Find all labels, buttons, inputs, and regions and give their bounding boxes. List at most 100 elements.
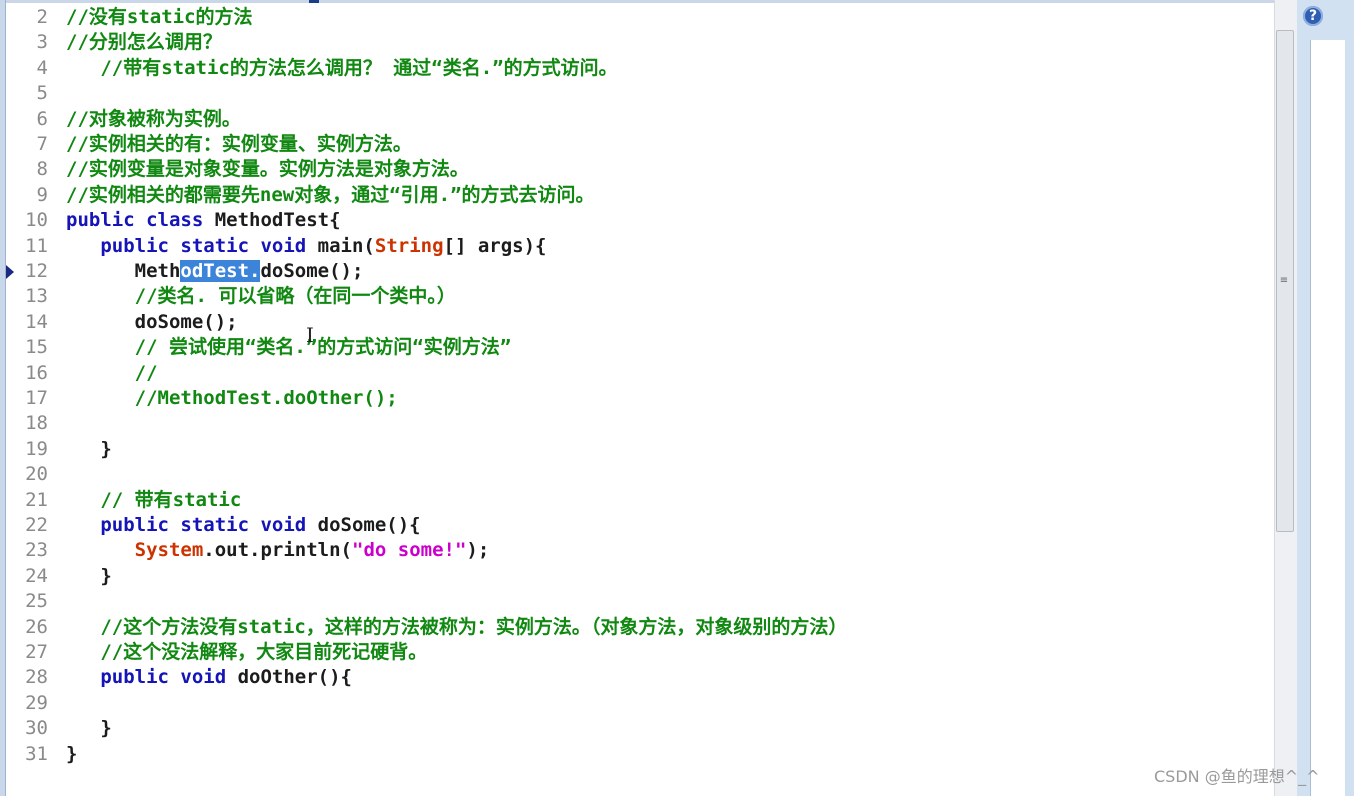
code-token: //没有static的方法 [66, 6, 253, 28]
code-text: //对象被称为实例。 [66, 107, 241, 132]
line-number: 14 [25, 310, 48, 333]
code-token: } [66, 717, 112, 740]
code-line[interactable]: 20 [6, 462, 1274, 487]
selected-text: odTest. [180, 260, 261, 282]
line-number: 31 [25, 742, 48, 765]
code-text: //带有static的方法怎么调用？ 通过“类名.”的方式访问。 [66, 56, 618, 81]
code-line[interactable]: 24 } [6, 564, 1274, 589]
code-token: doSome(); [66, 310, 238, 333]
line-number: 30 [25, 717, 48, 740]
code-line[interactable]: 7 //实例相关的有：实例变量、实例方法。 [6, 132, 1274, 157]
code-token: //这个方法没有static，这样的方法被称为：实例方法。（对象方法，对象级别的… [66, 615, 848, 638]
code-text: //实例相关的有：实例变量、实例方法。 [66, 132, 412, 157]
code-token: doOther(){ [237, 666, 352, 689]
code-text: //分别怎么调用？ [66, 30, 222, 55]
code-token: //实例变量是对象变量。实例方法是对象方法。 [66, 158, 469, 181]
code-line[interactable]: 17 //MethodTest.doOther(); [6, 386, 1274, 411]
code-line[interactable]: 15 // 尝试使用“类名.”的方式访问“实例方法” [6, 335, 1274, 360]
code-line[interactable]: 30 } [6, 716, 1274, 741]
code-token: } [66, 564, 112, 587]
line-number: 25 [25, 590, 48, 613]
code-line[interactable]: 29 [6, 691, 1274, 716]
code-text: } [66, 437, 112, 462]
code-text: } [66, 564, 112, 589]
code-text: // 尝试使用“类名.”的方式访问“实例方法” [66, 335, 512, 360]
line-number: 29 [25, 691, 48, 714]
code-token: .out.println( [203, 539, 352, 562]
code-text: //实例相关的都需要先new对象，通过“引用.”的方式去访问。 [66, 183, 595, 208]
code-line[interactable]: 13 //类名. 可以省略（在同一个类中。） [6, 284, 1274, 309]
code-token: } [66, 437, 112, 460]
code-token: doSome(){ [317, 514, 421, 536]
code-line[interactable]: 5 [6, 81, 1274, 106]
line-number: 3 [36, 31, 48, 54]
code-text: public class MethodTest{ [66, 208, 341, 233]
code-token: public class [66, 209, 215, 232]
code-line[interactable]: 31} [6, 742, 1274, 767]
line-number: 4 [36, 56, 48, 79]
code-token: public void [66, 666, 238, 689]
line-number: 16 [25, 361, 48, 384]
code-editor[interactable]: 2//没有static的方法 3//分别怎么调用？ 4 //带有static的方法怎… [6, 3, 1274, 796]
code-line[interactable]: 6 //对象被称为实例。 [6, 107, 1274, 132]
code-token: //分别怎么调用？ [66, 31, 222, 54]
line-number: 8 [36, 158, 48, 181]
code-text: //这个没法解释，大家目前死记硬背。 [66, 640, 427, 665]
code-line[interactable]: 10 public class MethodTest{ [6, 208, 1274, 233]
code-line[interactable]: 22 public static void doSome(){ [6, 513, 1274, 538]
code-token: doSome(); [260, 260, 364, 282]
code-token: [] args){ [443, 234, 547, 257]
code-token: System [66, 539, 204, 562]
code-text: //这个方法没有static，这样的方法被称为：实例方法。（对象方法，对象级别的… [66, 615, 847, 640]
code-line[interactable]: 26 //这个方法没有static，这样的方法被称为：实例方法。（对象方法，对象… [6, 615, 1274, 640]
code-line[interactable]: 3 //分别怎么调用？ [6, 30, 1274, 55]
code-token: Meth [66, 260, 181, 282]
line-number: 7 [36, 133, 48, 155]
line-number: 23 [25, 539, 48, 562]
code-line[interactable]: 25 [6, 589, 1274, 614]
code-text: public void doOther(){ [66, 665, 352, 690]
code-line[interactable]: 27 //这个没法解释，大家目前死记硬背。 [6, 640, 1274, 665]
line-number: 11 [25, 234, 48, 257]
scrollbar-grip-icon: ≡ [1279, 275, 1289, 286]
code-token: //类名. 可以省略（在同一个类中。） [66, 285, 456, 308]
code-line[interactable]: 14 doSome(); [6, 310, 1274, 335]
line-number: 17 [25, 387, 48, 409]
code-token: //对象被称为实例。 [66, 107, 241, 130]
code-token: //带有static的方法怎么调用？ 通过“类名.”的方式访问。 [66, 56, 618, 79]
code-text: //MethodTest.doOther(); [66, 386, 398, 411]
code-line[interactable]: 11 public static void main(String[] args… [6, 234, 1274, 259]
line-number: 15 [25, 336, 48, 359]
code-token: // 带有static [66, 488, 242, 511]
line-number: 13 [25, 285, 48, 308]
code-line[interactable]: 19 } [6, 437, 1274, 462]
code-token: "do some!" [352, 539, 467, 562]
code-line[interactable]: 21 // 带有static [6, 488, 1274, 513]
code-text: //类名. 可以省略（在同一个类中。） [66, 284, 456, 309]
code-text: //没有static的方法 [66, 5, 253, 30]
line-number: 5 [36, 82, 48, 105]
code-text: //实例变量是对象变量。实例方法是对象方法。 [66, 157, 469, 182]
line-number: 28 [25, 666, 48, 689]
code-line[interactable]: 23 System.out.println("do some!"); [6, 538, 1274, 563]
code-text: } [66, 716, 112, 741]
code-line[interactable]: 2 //没有static的方法 [6, 5, 1274, 30]
code-line[interactable]: 4 //带有static的方法怎么调用？ 通过“类名.”的方式访问。 [6, 56, 1274, 81]
code-text: // 带有static [66, 488, 241, 513]
line-number: 12 [25, 260, 48, 282]
code-text: public static void doSome(){ [66, 513, 421, 538]
code-line[interactable]: 12 MethodTest.doSome(); [6, 259, 1274, 284]
code-line[interactable]: 16 // [6, 361, 1274, 386]
code-token: String [374, 234, 444, 257]
line-number: 20 [25, 463, 48, 486]
code-text: } [66, 742, 77, 767]
code-line[interactable]: 9 //实例相关的都需要先new对象，通过“引用.”的方式去访问。 [6, 183, 1274, 208]
editor-window: 2//没有static的方法 3//分别怎么调用？ 4 //带有static的方法怎… [0, 0, 1354, 796]
code-line[interactable]: 8 //实例变量是对象变量。实例方法是对象方法。 [6, 157, 1274, 182]
code-line[interactable]: 18 [6, 411, 1274, 436]
help-icon[interactable]: ? [1303, 6, 1323, 26]
code-line[interactable]: 28 public void doOther(){ [6, 665, 1274, 690]
code-token: MethodTest{ [214, 209, 341, 232]
line-number: 6 [36, 107, 48, 130]
line-number: 10 [25, 209, 48, 232]
